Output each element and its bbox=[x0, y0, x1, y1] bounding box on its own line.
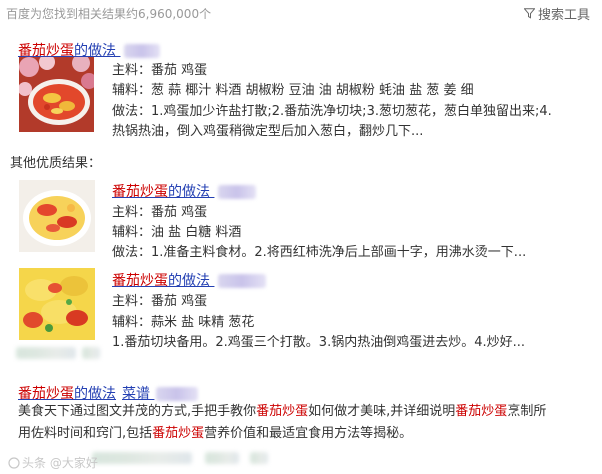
result3-method: 1.番茄切块备用。2.鸡蛋三个打散。3.锅内热油倒鸡蛋进去炒。4.炒好... bbox=[112, 335, 526, 350]
result3-main-ingredients: 主料：番茄 鸡蛋 bbox=[112, 294, 208, 309]
result2-title-text: 的做法 bbox=[168, 184, 210, 200]
watermark-logo-icon bbox=[8, 456, 20, 469]
other-results-label: 其他优质结果： bbox=[10, 156, 102, 171]
result3-thumbnail[interactable] bbox=[19, 268, 95, 340]
result4-desc-line2: 用佐料时间和窍门,包括番茄炒蛋营养价值和最适宜食用方法等揭秘。 bbox=[18, 423, 598, 445]
result4-title-link[interactable]: 番茄炒蛋的做法 菜谱 bbox=[18, 383, 199, 403]
blurred-source-link bbox=[250, 452, 268, 464]
blurred-source-link bbox=[82, 347, 100, 359]
desc-highlight: 番茄炒蛋 bbox=[455, 404, 508, 419]
result4-title-highlight: 番茄炒蛋 bbox=[18, 386, 74, 402]
search-tools-label: 搜索工具 bbox=[537, 8, 590, 23]
result2-title-highlight: 番茄炒蛋 bbox=[112, 184, 168, 200]
watermark-text: 头条 @大家好 bbox=[22, 456, 98, 470]
search-tools-button[interactable]: 搜索工具 bbox=[523, 4, 590, 23]
result4-title-text: 的做法 bbox=[74, 386, 116, 402]
result2-main-ingredients: 主料：番茄 鸡蛋 bbox=[112, 205, 208, 220]
result2-aux-ingredients: 辅料：油 盐 白糖 料酒 bbox=[112, 225, 242, 240]
result2-thumbnail[interactable] bbox=[19, 180, 95, 252]
desc-highlight: 番茄炒蛋 bbox=[256, 404, 309, 419]
result1-blurred-source bbox=[124, 44, 161, 58]
result4-blurred-source bbox=[156, 387, 199, 401]
result2-title-link[interactable]: 番茄炒蛋的做法 bbox=[112, 181, 257, 201]
result1-method-line2: 热锅热油，倒入鸡蛋稍微定型后加入葱白，翻炒几下... bbox=[112, 124, 424, 139]
desc-text: 用佐料时间和窍门,包括 bbox=[18, 426, 153, 441]
desc-text: 烹制所 bbox=[507, 404, 547, 419]
result4-title-extra: 菜谱 bbox=[122, 386, 150, 402]
filter-funnel-icon bbox=[523, 8, 535, 19]
result4-desc-line1: 美食天下通过图文并茂的方式,手把手教你番茄炒蛋如何做才美味,并详细说明番茄炒蛋烹… bbox=[18, 401, 598, 423]
result3-title-text: 的做法 bbox=[168, 273, 210, 289]
results-header-bar: 百度为您找到相关结果约6,960,000个 搜索工具 bbox=[0, 0, 602, 28]
result3-title-highlight: 番茄炒蛋 bbox=[112, 273, 168, 289]
result4-description: 美食天下通过图文并茂的方式,手把手教你番茄炒蛋如何做才美味,并详细说明番茄炒蛋烹… bbox=[18, 401, 598, 445]
result1-thumbnail[interactable] bbox=[19, 57, 94, 132]
blurred-source-link bbox=[205, 452, 239, 464]
result1-method-line1: 做法：1.鸡蛋加少许盐打散;2.番茄洗净切块;3.葱切葱花，葱白单独留出来;4. bbox=[112, 104, 552, 119]
result-count: 百度为您找到相关结果约6,960,000个 bbox=[6, 7, 212, 21]
watermark: 头条 @大家好 bbox=[8, 454, 98, 471]
desc-text: 营养价值和最适宜食用方法等揭秘。 bbox=[204, 426, 413, 441]
desc-highlight: 番茄炒蛋 bbox=[152, 426, 205, 441]
desc-text: 如何做才美味,并详细说明 bbox=[308, 404, 456, 419]
result3-title-link[interactable]: 番茄炒蛋的做法 bbox=[112, 270, 267, 290]
blurred-source-link bbox=[16, 347, 76, 359]
result3-blurred-source bbox=[218, 274, 267, 288]
desc-text: 美食天下通过图文并茂的方式,手把手教你 bbox=[18, 404, 257, 419]
result1-aux-ingredients: 辅料：葱 蒜 椰汁 料酒 胡椒粉 豆油 油 胡椒粉 蚝油 盐 葱 姜 细 bbox=[112, 83, 474, 98]
result3-aux-ingredients: 辅料：蒜米 盐 味精 葱花 bbox=[112, 315, 255, 330]
result2-method: 做法：1.准备主料食材。2.将西红柿洗净后上部画十字，用沸水烫一下... bbox=[112, 245, 527, 260]
blurred-source-link bbox=[92, 452, 192, 464]
result1-main-ingredients: 主料：番茄 鸡蛋 bbox=[112, 63, 208, 78]
result2-blurred-source bbox=[218, 185, 257, 199]
